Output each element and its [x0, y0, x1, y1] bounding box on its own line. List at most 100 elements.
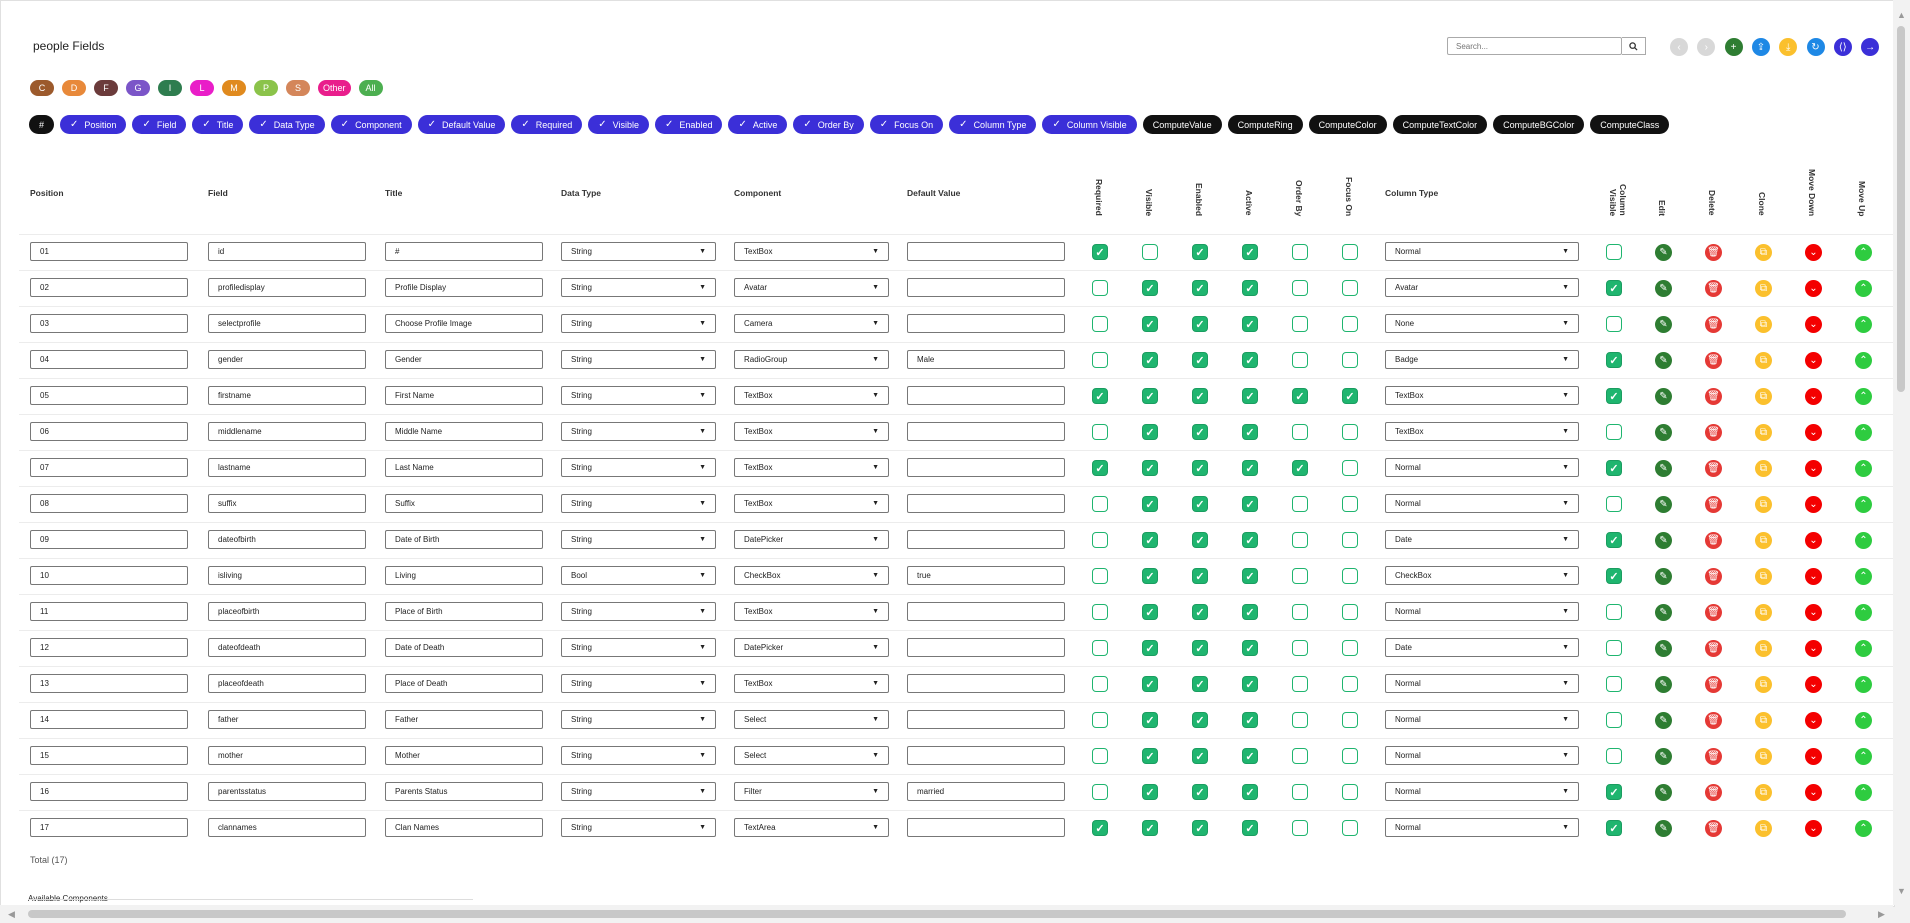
active-checkbox[interactable]: ✓ [1242, 388, 1258, 404]
component-select[interactable]: TextBox ▼ [734, 674, 889, 693]
field-input[interactable]: father [208, 710, 366, 729]
field-input[interactable]: gender [208, 350, 366, 369]
column-visible-checkbox[interactable] [1606, 640, 1622, 656]
move-down-button[interactable]: ⌄ [1805, 244, 1822, 261]
enabled-checkbox[interactable]: ✓ [1192, 748, 1208, 764]
title-input[interactable]: Suffix [385, 494, 543, 513]
clone-button[interactable]: ⧉ [1755, 532, 1772, 549]
move-up-button[interactable]: ⌃ [1855, 604, 1872, 621]
move-down-button[interactable]: ⌄ [1805, 388, 1822, 405]
column-visible-checkbox[interactable]: ✓ [1606, 784, 1622, 800]
visible-checkbox[interactable]: ✓ [1142, 568, 1158, 584]
data-type-select[interactable]: Bool ▼ [561, 566, 716, 585]
focus-on-checkbox[interactable] [1342, 352, 1358, 368]
scroll-up-icon[interactable]: ▲ [1897, 10, 1906, 20]
column-visible-checkbox[interactable]: ✓ [1606, 460, 1622, 476]
default-value-input[interactable] [907, 818, 1065, 837]
component-select[interactable]: TextBox ▼ [734, 422, 889, 441]
data-type-select[interactable]: String ▼ [561, 638, 716, 657]
edit-button[interactable]: ✎ [1655, 712, 1672, 729]
title-input[interactable]: Date of Death [385, 638, 543, 657]
default-value-input[interactable]: Male [907, 350, 1065, 369]
delete-button[interactable]: 🗑 [1705, 532, 1722, 549]
move-down-button[interactable]: ⌄ [1805, 676, 1822, 693]
column-toggle-computetextcolor[interactable]: ComputeTextColor [1392, 115, 1488, 134]
scroll-down-icon[interactable]: ▼ [1897, 886, 1906, 896]
clone-button[interactable]: ⧉ [1755, 604, 1772, 621]
field-input[interactable]: placeofdeath [208, 674, 366, 693]
clone-button[interactable]: ⧉ [1755, 784, 1772, 801]
column-type-select[interactable]: TextBox ▼ [1385, 422, 1579, 441]
default-value-input[interactable] [907, 242, 1065, 261]
column-visible-checkbox[interactable] [1606, 748, 1622, 764]
edit-button[interactable]: ✎ [1655, 352, 1672, 369]
default-value-input[interactable] [907, 746, 1065, 765]
move-up-button[interactable]: ⌃ [1855, 784, 1872, 801]
focus-on-checkbox[interactable] [1342, 280, 1358, 296]
vertical-scroll-thumb[interactable] [1897, 26, 1905, 392]
move-up-button[interactable]: ⌃ [1855, 712, 1872, 729]
letter-filter-m[interactable]: M [222, 80, 246, 96]
default-value-input[interactable] [907, 674, 1065, 693]
focus-on-checkbox[interactable] [1342, 496, 1358, 512]
title-input[interactable]: Place of Birth [385, 602, 543, 621]
visible-checkbox[interactable]: ✓ [1142, 640, 1158, 656]
visible-checkbox[interactable]: ✓ [1142, 712, 1158, 728]
required-checkbox[interactable]: ✓ [1092, 820, 1108, 836]
position-input[interactable]: 03 [30, 314, 188, 333]
component-select[interactable]: DatePicker ▼ [734, 638, 889, 657]
enabled-checkbox[interactable]: ✓ [1192, 352, 1208, 368]
data-type-select[interactable]: String ▼ [561, 458, 716, 477]
title-input[interactable]: Clan Names [385, 818, 543, 837]
column-type-select[interactable]: Normal ▼ [1385, 782, 1579, 801]
visible-checkbox[interactable]: ✓ [1142, 604, 1158, 620]
field-input[interactable]: isliving [208, 566, 366, 585]
title-input[interactable]: Living [385, 566, 543, 585]
move-down-button[interactable]: ⌄ [1805, 496, 1822, 513]
order-by-checkbox[interactable] [1292, 712, 1308, 728]
default-value-input[interactable] [907, 638, 1065, 657]
focus-on-checkbox[interactable] [1342, 820, 1358, 836]
move-down-button[interactable]: ⌄ [1805, 820, 1822, 837]
position-input[interactable]: 14 [30, 710, 188, 729]
field-input[interactable]: lastname [208, 458, 366, 477]
active-checkbox[interactable]: ✓ [1242, 604, 1258, 620]
code-button[interactable]: ⟨⟩ [1833, 38, 1852, 56]
field-input[interactable]: id [208, 242, 366, 261]
add-button[interactable]: + [1724, 38, 1743, 56]
enabled-checkbox[interactable]: ✓ [1192, 604, 1208, 620]
component-select[interactable]: TextBox ▼ [734, 242, 889, 261]
focus-on-checkbox[interactable] [1342, 316, 1358, 332]
edit-button[interactable]: ✎ [1655, 568, 1672, 585]
delete-button[interactable]: 🗑 [1705, 676, 1722, 693]
enabled-checkbox[interactable]: ✓ [1192, 784, 1208, 800]
column-visible-checkbox[interactable]: ✓ [1606, 280, 1622, 296]
enabled-checkbox[interactable]: ✓ [1192, 388, 1208, 404]
edit-button[interactable]: ✎ [1655, 820, 1672, 837]
edit-button[interactable]: ✎ [1655, 676, 1672, 693]
visible-checkbox[interactable]: ✓ [1142, 352, 1158, 368]
delete-button[interactable]: 🗑 [1705, 748, 1722, 765]
required-checkbox[interactable] [1092, 496, 1108, 512]
data-type-select[interactable]: String ▼ [561, 782, 716, 801]
order-by-checkbox[interactable] [1292, 568, 1308, 584]
active-checkbox[interactable]: ✓ [1242, 676, 1258, 692]
column-visible-checkbox[interactable] [1606, 604, 1622, 620]
enabled-checkbox[interactable]: ✓ [1192, 676, 1208, 692]
clone-button[interactable]: ⧉ [1755, 424, 1772, 441]
data-type-select[interactable]: String ▼ [561, 674, 716, 693]
move-down-button[interactable]: ⌄ [1805, 748, 1822, 765]
move-up-button[interactable]: ⌃ [1855, 676, 1872, 693]
field-input[interactable]: selectprofile [208, 314, 366, 333]
active-checkbox[interactable]: ✓ [1242, 280, 1258, 296]
component-select[interactable]: TextArea ▼ [734, 818, 889, 837]
data-type-select[interactable]: String ▼ [561, 386, 716, 405]
letter-filter-g[interactable]: G [126, 80, 150, 96]
edit-button[interactable]: ✎ [1655, 244, 1672, 261]
column-type-select[interactable]: Badge ▼ [1385, 350, 1579, 369]
move-down-button[interactable]: ⌄ [1805, 568, 1822, 585]
clone-button[interactable]: ⧉ [1755, 712, 1772, 729]
move-up-button[interactable]: ⌃ [1855, 532, 1872, 549]
move-up-button[interactable]: ⌃ [1855, 388, 1872, 405]
column-toggle-computevalue[interactable]: ComputeValue [1142, 115, 1222, 134]
